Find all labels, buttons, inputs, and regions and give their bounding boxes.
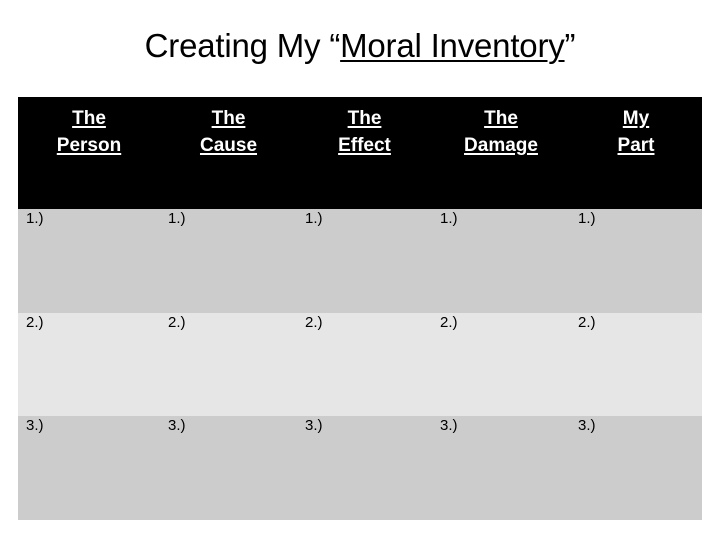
column-header-the-cause: The Cause <box>160 97 297 209</box>
table-cell-text: 3.) <box>305 417 323 435</box>
table-cell[interactable]: 1.) <box>18 209 160 313</box>
table-cell[interactable]: 1.) <box>160 209 297 313</box>
table-header-row: The Person The Cause The Effect The Dama… <box>18 97 702 209</box>
table-cell[interactable]: 2.) <box>18 312 160 417</box>
table-cell[interactable]: 1.) <box>297 209 432 313</box>
column-header-my-part: My Part <box>570 97 702 209</box>
table-cell[interactable]: 3.) <box>160 416 297 520</box>
table-cell-text: 1.) <box>26 210 44 227</box>
column-header-line1: The <box>347 108 382 129</box>
column-header-the-person: The Person <box>18 97 160 209</box>
column-header-line2: Person <box>56 135 122 156</box>
table-cell-text: 2.) <box>578 313 596 331</box>
table-cell[interactable]: 1.) <box>432 209 570 313</box>
table-cell-text: 3.) <box>578 417 596 435</box>
table-cell-text: 3.) <box>168 417 186 435</box>
table-cell-text: 2.) <box>440 313 458 331</box>
column-header-line2: Part <box>617 135 655 156</box>
table-cell-text: 1.) <box>168 210 186 227</box>
table-cell-text: 2.) <box>26 313 44 331</box>
column-header-line1: The <box>211 108 246 129</box>
table-header: The Person The Cause The Effect The Dama… <box>18 97 702 209</box>
page-title-suffix: ” <box>564 27 576 64</box>
table-cell[interactable]: 3.) <box>297 416 432 520</box>
column-header-line1: The <box>484 108 518 129</box>
column-header-the-damage: The Damage <box>432 97 570 209</box>
table-cell-text: 1.) <box>440 210 458 227</box>
page-title-prefix: Creating My “ <box>144 27 341 64</box>
table-row: 3.) 3.) 3.) 3.) 3.) <box>18 416 702 520</box>
column-header-line2: Cause <box>199 135 258 156</box>
table-cell[interactable]: 2.) <box>570 312 702 417</box>
column-header-line2: Effect <box>338 135 391 156</box>
table-row: 1.) 1.) 1.) 1.) 1.) <box>18 209 702 313</box>
table-cell-text: 2.) <box>305 313 323 331</box>
table-row: 2.) 2.) 2.) 2.) 2.) <box>18 312 702 417</box>
table-cell[interactable]: 1.) <box>570 209 702 313</box>
table-cell[interactable]: 2.) <box>297 312 432 417</box>
table-cell-text: 3.) <box>26 417 44 435</box>
table-cell[interactable]: 3.) <box>432 416 570 520</box>
table-cell-text: 1.) <box>305 210 323 227</box>
table-cell-text: 1.) <box>578 210 596 227</box>
slide-canvas: Creating My “Moral Inventory” The Person… <box>0 0 720 540</box>
moral-inventory-table: The Person The Cause The Effect The Dama… <box>18 97 702 520</box>
column-header-line2: Damage <box>464 135 538 156</box>
table-cell[interactable]: 2.) <box>160 312 297 417</box>
page-title-emphasis: Moral Inventory <box>340 27 565 64</box>
table-cell[interactable]: 2.) <box>432 312 570 417</box>
table-cell-text: 2.) <box>168 313 186 331</box>
table-cell[interactable]: 3.) <box>18 416 160 520</box>
column-header-line1: The <box>72 108 106 129</box>
column-header-line1: My <box>622 108 650 129</box>
table-cell-text: 3.) <box>440 417 458 435</box>
table-cell[interactable]: 3.) <box>570 416 702 520</box>
table-body: 1.) 1.) 1.) 1.) 1.) 2.) 2.) 2.) 2.) 2.) … <box>18 209 702 520</box>
column-header-the-effect: The Effect <box>297 97 432 209</box>
page-title: Creating My “Moral Inventory” <box>0 26 720 66</box>
